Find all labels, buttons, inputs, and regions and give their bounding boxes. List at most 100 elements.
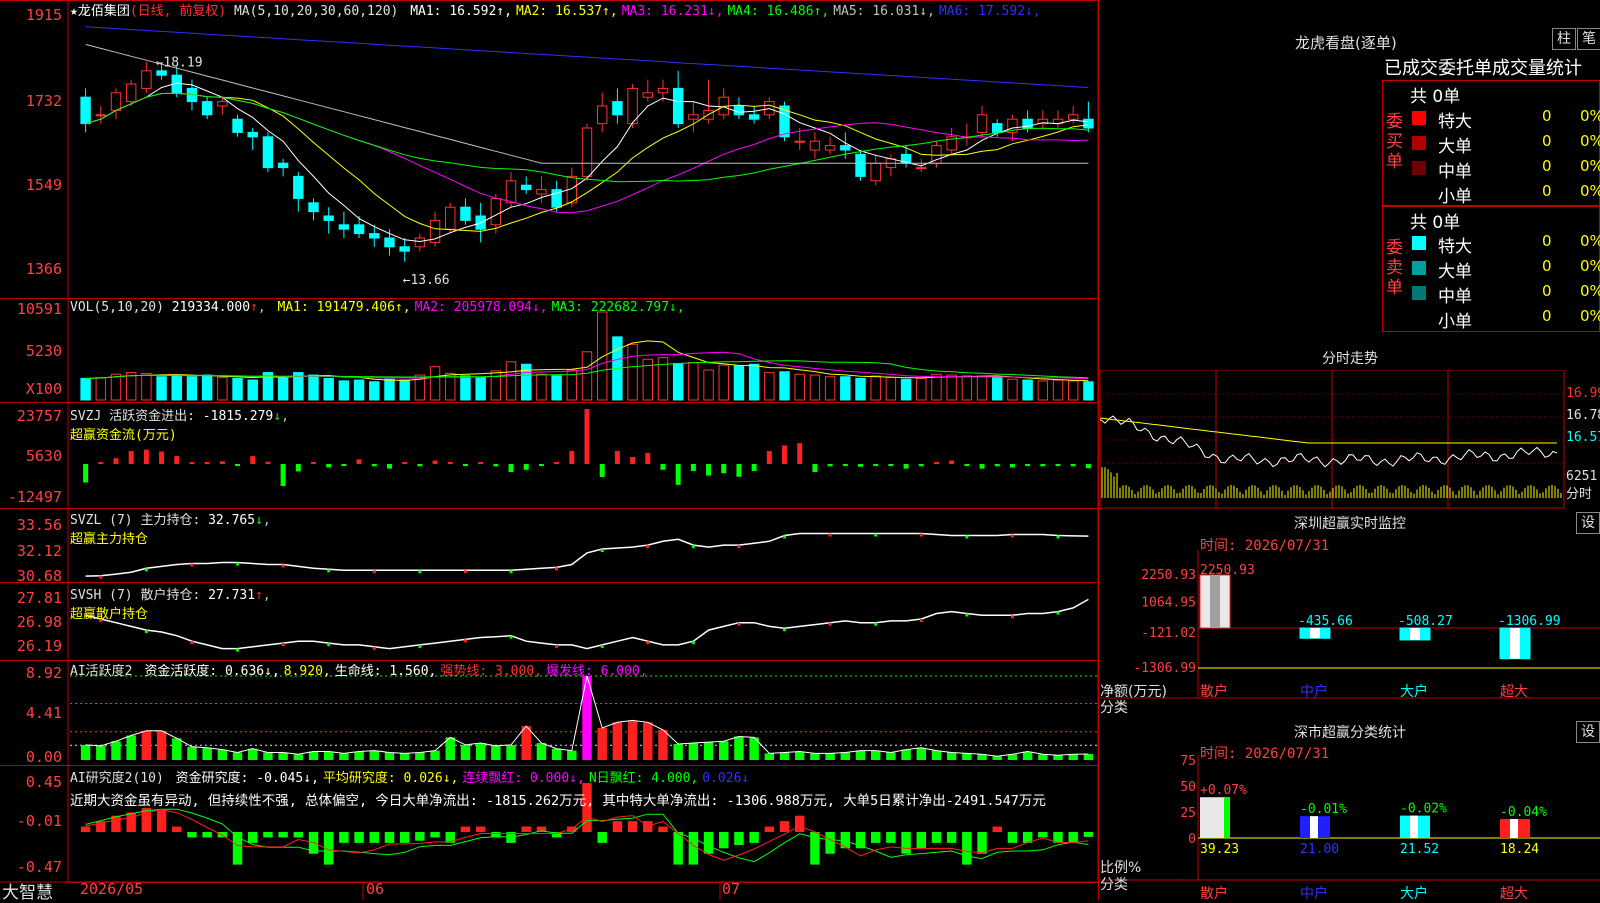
svsh-arrow: ↑ xyxy=(255,588,263,603)
classify-change-label: -0.01% xyxy=(1300,802,1347,817)
volume-bar xyxy=(946,374,957,401)
ai-active-panel-y-tick: 8.92 xyxy=(25,664,62,682)
intraday-title[interactable]: 分时走势 xyxy=(1100,348,1600,368)
volume-bar xyxy=(581,351,593,401)
order-row-label: 中单 xyxy=(1438,162,1472,182)
vol-panel-y-tick: 10591 xyxy=(16,300,62,318)
main-chart-area[interactable]: ←18.19 ←13.66 xyxy=(0,0,1100,900)
svzj-bar xyxy=(1009,464,1015,468)
candle xyxy=(293,175,304,199)
volume-bar xyxy=(733,365,745,401)
candle xyxy=(809,140,821,151)
candle xyxy=(141,70,152,89)
svzj-bar xyxy=(994,464,1000,467)
favorite-star-icon[interactable]: ★ xyxy=(70,4,78,19)
order-row-label: 特大 xyxy=(1438,112,1472,132)
ai-active-bar xyxy=(810,753,820,760)
ai-active-bar xyxy=(840,752,851,760)
price-panel-y-tick: 1549 xyxy=(25,176,62,194)
price-panel-y-tick: 1366 xyxy=(25,260,62,278)
volume-bar xyxy=(141,372,152,401)
ai-research-bar xyxy=(643,821,653,832)
ai-active-label: AI活跃度2 xyxy=(70,664,133,679)
ai-research-bar xyxy=(992,826,1002,832)
volume-bar xyxy=(475,377,486,401)
ai-research-panel-y-tick: -0.01 xyxy=(16,812,62,830)
volume-bar xyxy=(824,376,836,401)
ai-research-bar xyxy=(627,821,638,832)
svzj-bar xyxy=(113,458,119,464)
classify-settings-button[interactable]: 设 xyxy=(1576,721,1600,743)
ai-research-bar xyxy=(658,826,668,832)
svzj-bar xyxy=(493,464,499,467)
volume-bar xyxy=(308,374,319,401)
ai-research-bar xyxy=(886,832,896,843)
ma2-value: MA2: 16.537↑, xyxy=(515,4,618,19)
order-row-label: 特大 xyxy=(1438,237,1472,257)
svzl-panel-y-tick: 33.56 xyxy=(16,516,62,534)
tick-mode-button[interactable]: 笔 xyxy=(1577,28,1600,50)
svsh-line-tick xyxy=(783,628,787,632)
order-row-count: 0 xyxy=(1542,282,1552,300)
candle xyxy=(855,153,866,177)
ai-active-panel-y-tick: 4.41 xyxy=(25,704,62,722)
svzj-bar xyxy=(311,462,317,464)
svzl-value: 32.765 xyxy=(208,513,256,528)
candle xyxy=(399,246,410,252)
volume-bar xyxy=(277,377,289,401)
vol-ma1-value: MA1: 191479.406↑, xyxy=(277,300,411,315)
svzj-bar xyxy=(554,462,560,464)
vol-unit-label: X100 xyxy=(25,380,62,398)
vol-panel-y-tick: 5230 xyxy=(25,342,62,360)
volume-bar xyxy=(794,373,805,401)
candle xyxy=(369,233,380,239)
svsh-label: SVSH (7) 散户持仓: xyxy=(70,588,201,603)
ai-research-bar xyxy=(825,832,835,854)
svzj-bar xyxy=(417,464,423,467)
ma4-value: MA4: 16.486↑, xyxy=(727,4,830,19)
svzl-line-tick xyxy=(965,535,969,539)
svzj-bar xyxy=(630,457,636,464)
intraday-chart[interactable]: 16.99 16.78 16.57 6251 分时 xyxy=(1100,370,1600,510)
svzj-bar xyxy=(766,451,772,464)
svzl-line-tick xyxy=(555,567,559,571)
intraday-price-line xyxy=(1100,415,1558,468)
volume-bar xyxy=(688,362,699,401)
svzl-panel-y-tick: 30.68 xyxy=(16,567,62,585)
ai-active-bar xyxy=(1022,751,1033,760)
date-label-jun: 06 xyxy=(366,880,385,898)
volume-bar xyxy=(429,366,441,401)
ai-active-bar xyxy=(111,741,121,760)
svzj-bar xyxy=(918,464,924,467)
order-color-swatch xyxy=(1412,261,1426,275)
candle xyxy=(156,70,167,76)
ai-active-bar xyxy=(369,750,379,760)
svzj-bar xyxy=(462,464,468,466)
ai-research-item: 0.026↓ xyxy=(702,771,750,786)
volume-bar xyxy=(931,373,942,401)
svsh-line-tick xyxy=(919,619,923,623)
chart-mode[interactable]: (日线, 前复权) xyxy=(130,4,226,19)
svzj-label: SVZJ 活跃资金进出: xyxy=(70,409,195,424)
classify-y-tick: 50 xyxy=(1180,780,1196,795)
ai-active-bar xyxy=(719,741,729,760)
svzj-bar xyxy=(386,464,392,469)
classify-bar-highlight xyxy=(1410,815,1418,838)
volume-bar xyxy=(900,378,912,401)
volume-bar xyxy=(110,373,122,401)
svzl-line-tick xyxy=(418,570,422,574)
svzl-arrow: ↓ xyxy=(255,513,263,528)
monitor-settings-button[interactable]: 设 xyxy=(1576,512,1600,534)
ai-active-bar xyxy=(156,730,167,760)
vol-ma3-value: MA3: 222682.797↓, xyxy=(551,300,685,315)
bar-mode-button[interactable]: 柱 xyxy=(1552,28,1576,50)
classify-y-tick: 0 xyxy=(1188,832,1196,847)
ai-active-bar xyxy=(248,748,258,760)
ma3-value: MA3: 16.231↓, xyxy=(621,4,724,19)
ai-research-bar xyxy=(369,832,379,843)
ai-active-bar xyxy=(232,752,243,760)
ai-active-bar xyxy=(855,750,866,760)
candle xyxy=(262,136,274,169)
svzj-bar xyxy=(447,462,453,464)
order-row-label: 大单 xyxy=(1438,137,1472,157)
